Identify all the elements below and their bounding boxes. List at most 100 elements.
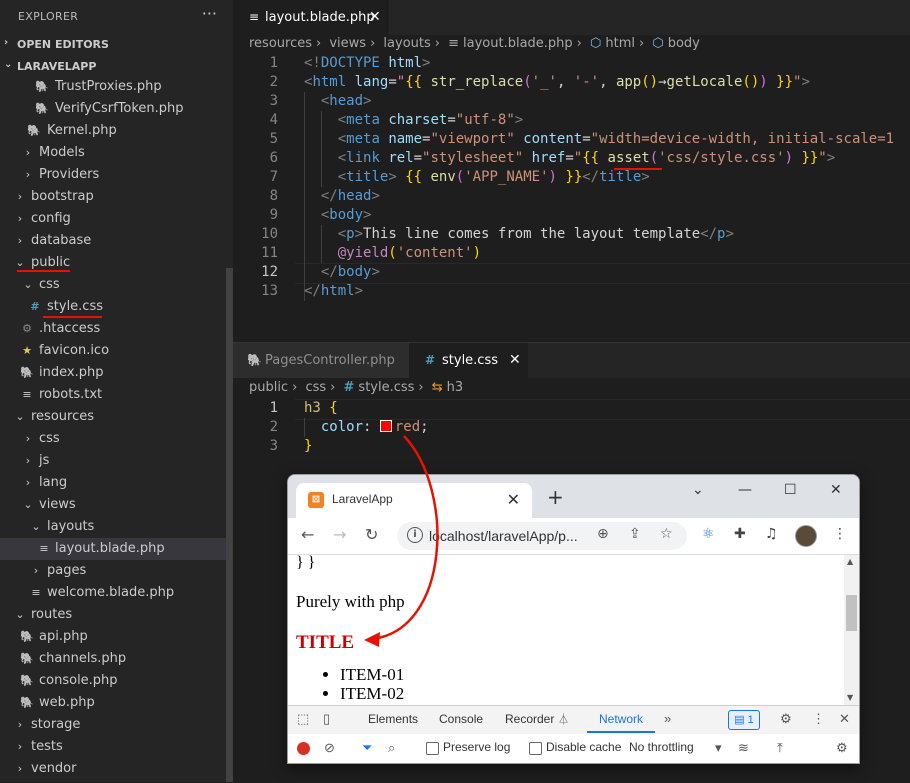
scroll-down-icon[interactable]: ▼ [847, 693, 853, 702]
tree-item-file[interactable]: 🐘 web.php [0, 692, 226, 714]
device-toolbar-icon[interactable]: ▯ [323, 711, 330, 727]
issues-badge[interactable]: ▤ 1 [728, 710, 760, 730]
inspect-icon[interactable]: ⬚ [297, 711, 309, 727]
bookmark-star-icon[interactable]: ☆ [660, 526, 673, 542]
zoom-icon[interactable]: ⊕ [597, 526, 609, 542]
browser-tab[interactable]: ⊠ LaravelApp ✕ [296, 483, 532, 518]
preserve-log-checkbox[interactable] [426, 742, 439, 755]
tree-item-file[interactable]: 🐘 Kernel.php [0, 120, 226, 142]
tree-item-file[interactable]: 🐘 console.php [0, 670, 226, 692]
menu-icon[interactable]: ⋮ [833, 526, 847, 542]
tree-item-file[interactable]: ≡ welcome.blade.php [0, 582, 226, 604]
tree-item-folder[interactable]: vendor [0, 758, 226, 780]
tree-item-folder[interactable]: Models [0, 142, 226, 164]
tree-item-folder[interactable]: ⌄ routes [0, 604, 226, 626]
tab-console[interactable]: Console [439, 712, 483, 726]
code-editor[interactable]: 1 <!DOCTYPE html> 2 <html lang="{{ str_rep… [233, 54, 910, 304]
breadcrumb-item[interactable]: html [605, 36, 635, 51]
tree-item-folder[interactable]: ⌄ layouts [0, 516, 226, 538]
maximize-icon[interactable]: ☐ [784, 482, 797, 498]
close-icon[interactable]: ✕ [839, 711, 850, 727]
tree-item-folder[interactable]: config [0, 208, 226, 230]
breadcrumb-item[interactable]: views [329, 36, 366, 51]
close-icon[interactable]: ✕ [369, 0, 381, 35]
tree-item-folder[interactable]: storage [0, 714, 226, 736]
page-scrollbar[interactable]: ▲ ▼ [844, 555, 859, 705]
open-editors-section[interactable]: › OPEN EDITORS [0, 33, 233, 55]
tree-item-file[interactable]: ⚙ .htaccess [0, 318, 226, 340]
project-section[interactable]: ⌄ LARAVELAPP [0, 55, 233, 77]
close-icon[interactable]: ✕ [509, 343, 521, 378]
throttling-select[interactable]: No throttling [629, 740, 694, 754]
record-icon[interactable] [297, 742, 310, 755]
scroll-up-icon[interactable]: ▲ [847, 557, 853, 566]
sidebar-scrollbar[interactable] [226, 268, 233, 782]
forward-icon[interactable]: → [333, 525, 346, 544]
close-window-icon[interactable]: ✕ [830, 482, 842, 498]
network-conditions-icon[interactable]: ≋ [738, 740, 749, 756]
breadcrumb-item[interactable]: h3 [447, 380, 464, 395]
avatar[interactable] [795, 525, 817, 547]
tab-layout-blade[interactable]: ≡ layout.blade.php ✕ [233, 0, 389, 35]
extensions-icon[interactable]: ✚ [734, 526, 746, 542]
tree-item-file[interactable]: 🐘 VerifyCsrfToken.php [0, 98, 226, 120]
gear-icon[interactable]: ⚙ [836, 740, 848, 756]
tab-elements[interactable]: Elements [368, 712, 418, 726]
tree-item-folder[interactable]: lang [0, 472, 226, 494]
tree-item-folder[interactable]: tests [0, 736, 226, 758]
breadcrumb-item[interactable]: layout.blade.php [463, 36, 573, 51]
tree-item-file[interactable]: 🐘 api.php [0, 626, 226, 648]
tree-item-folder[interactable]: ⌄ views [0, 494, 226, 516]
address-bar[interactable]: i localhost/laravelApp/p... ⊕ ⇪ ☆ [397, 522, 687, 550]
breadcrumb-item[interactable]: layouts [383, 36, 430, 51]
tree-item-folder[interactable]: css [0, 428, 226, 450]
breadcrumb-item[interactable]: body [668, 36, 700, 51]
close-icon[interactable]: ✕ [507, 490, 520, 509]
tab-network[interactable]: Network [599, 712, 643, 726]
tree-item-file[interactable]: 🐘 index.php [0, 362, 226, 384]
gear-icon[interactable]: ⚙ [780, 711, 792, 727]
tree-item-file-style-css[interactable]: # style.css [0, 296, 226, 318]
chevron-down-icon[interactable]: ⌄ [692, 482, 704, 498]
new-tab-icon[interactable]: + [547, 485, 564, 509]
breadcrumb-item[interactable]: public [249, 380, 288, 395]
breadcrumb-item[interactable]: resources [249, 36, 312, 51]
chevron-down-icon: ⌄ [23, 498, 33, 511]
info-icon[interactable]: i [407, 527, 423, 543]
tree-item-folder[interactable]: ⌄ css [0, 274, 226, 296]
tree-item-file[interactable]: 🐘 TrustProxies.php [0, 76, 226, 98]
color-swatch[interactable] [379, 420, 392, 432]
share-icon[interactable]: ⇪ [629, 526, 641, 542]
tab-style-css[interactable]: # style.css ✕ [409, 343, 528, 378]
minimize-icon[interactable]: — [738, 482, 752, 498]
clear-icon[interactable]: ⊘ [324, 740, 335, 756]
tree-item-file-layout-blade[interactable]: ≡ layout.blade.php [0, 538, 226, 560]
tree-item-folder[interactable]: bootstrap [0, 186, 226, 208]
tree-item-folder[interactable]: ⌄ resources [0, 406, 226, 428]
tree-item-file[interactable]: ≡ robots.txt [0, 384, 226, 406]
tree-item-file[interactable]: 🐘 channels.php [0, 648, 226, 670]
tree-item-folder[interactable]: js [0, 450, 226, 472]
filter-icon[interactable]: ⏷ [362, 740, 372, 756]
more-tabs-icon[interactable]: » [664, 711, 671, 726]
tab-recorder[interactable]: Recorder [505, 712, 554, 726]
code-editor[interactable]: 1 h3 { 2 color: red; 3} [233, 399, 910, 459]
disable-cache-checkbox[interactable] [529, 742, 542, 755]
breadcrumb-item[interactable]: css [305, 380, 326, 395]
reload-icon[interactable]: ↻ [365, 525, 378, 544]
more-actions-icon[interactable]: ··· [202, 4, 217, 23]
scrollbar-thumb[interactable] [846, 595, 857, 631]
kebab-menu-icon[interactable]: ⋮ [812, 711, 825, 727]
react-devtools-icon[interactable]: ⚛ [702, 526, 715, 542]
tree-item-folder[interactable]: database [0, 230, 226, 252]
back-icon[interactable]: ← [301, 525, 314, 544]
tree-item-folder[interactable]: pages [0, 560, 226, 582]
upload-icon[interactable]: ⤒ [777, 740, 783, 756]
tree-item-folder[interactable]: Providers [0, 164, 226, 186]
chevron-down-icon[interactable]: ▾ [715, 740, 722, 756]
tab-pages-controller[interactable]: 🐘 PagesController.php [233, 343, 409, 378]
search-icon[interactable]: ⌕ [388, 740, 395, 756]
media-icon[interactable]: ♫ [765, 526, 778, 542]
tree-item-file[interactable]: ★ favicon.ico [0, 340, 226, 362]
breadcrumb-item[interactable]: style.css [358, 380, 414, 395]
